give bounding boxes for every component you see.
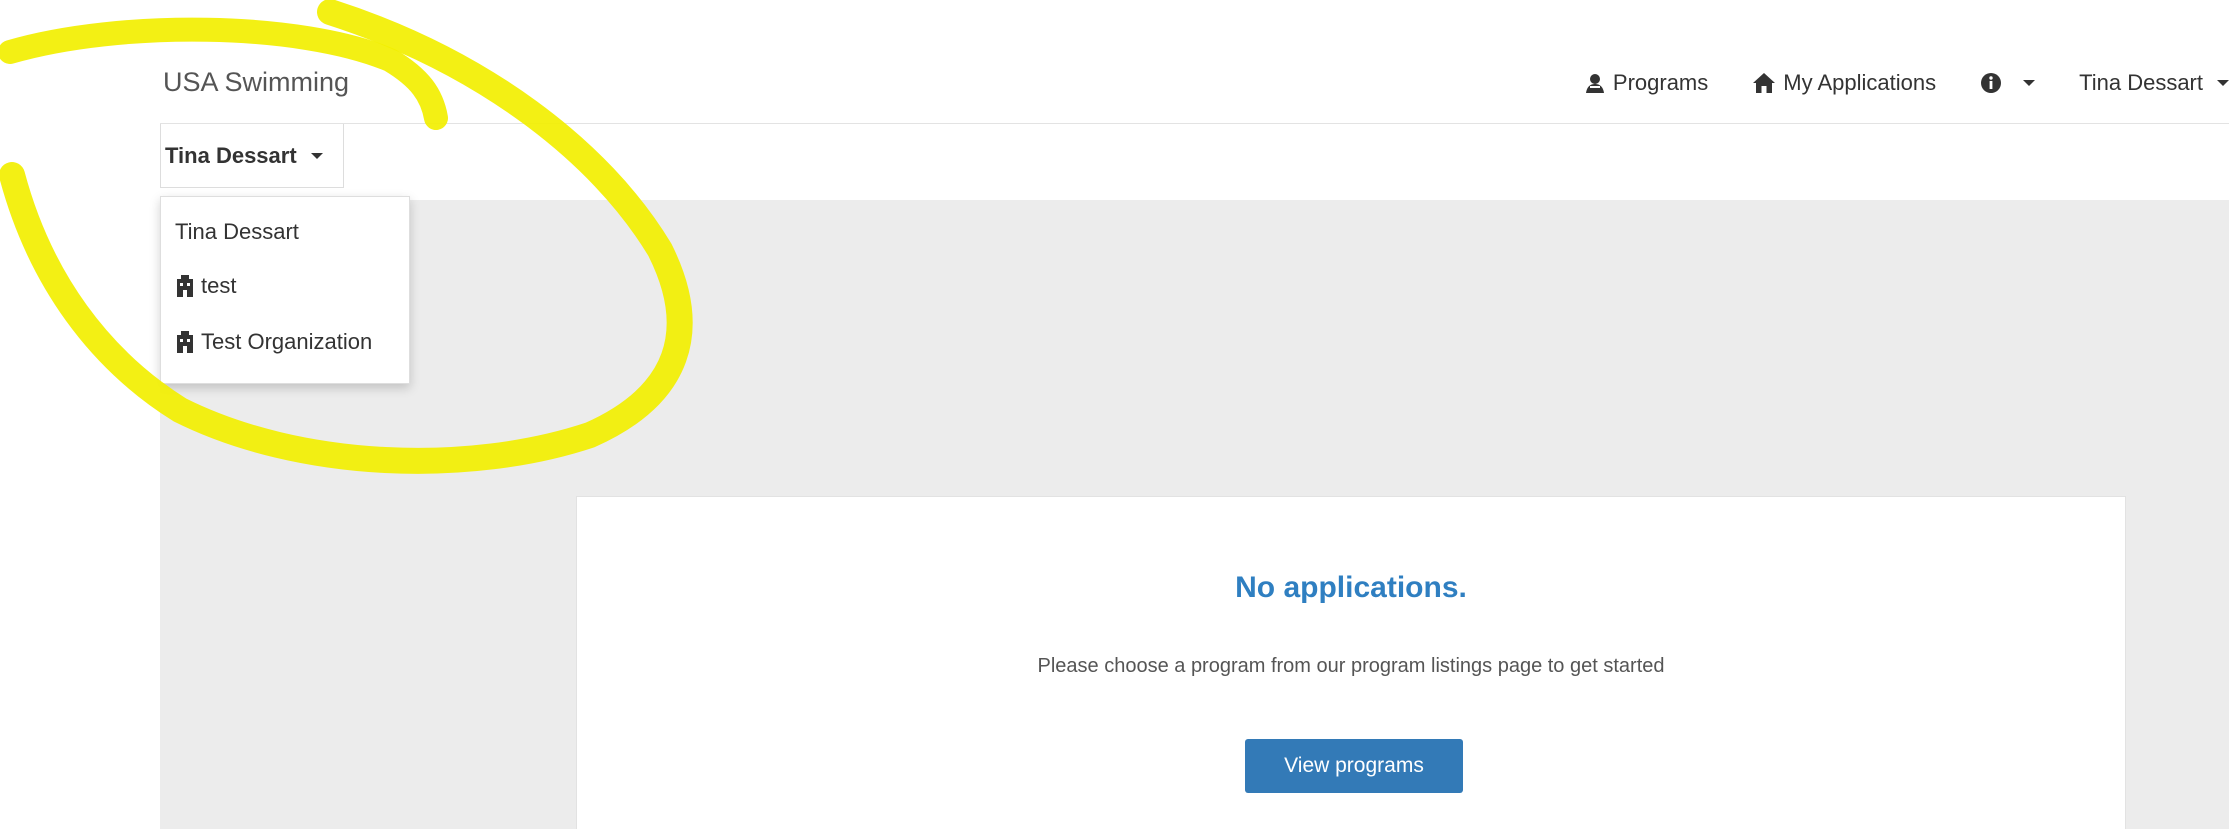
nav-user-label: Tina Dessart — [2079, 70, 2203, 95]
navbar-right: Programs My Applications Tina Dessart — [1584, 66, 2229, 100]
navbar-divider — [160, 123, 2229, 124]
dropdown-item-label: Tina Dessart — [175, 219, 299, 244]
dropdown-item-user[interactable]: Tina Dessart — [175, 219, 299, 245]
chevron-down-icon — [2217, 80, 2229, 86]
dropdown-item-label: Test Organization — [201, 329, 373, 354]
programs-icon — [1584, 72, 1606, 94]
main-content: No applications. Please choose a program… — [160, 200, 2229, 829]
page: USA Swimming Programs My Applications Ti… — [0, 0, 2229, 829]
nav-programs-label: Programs — [1612, 70, 1709, 95]
organization-icon — [175, 275, 195, 297]
dropdown-item-label: test — [201, 273, 237, 298]
chevron-down-icon — [310, 152, 323, 159]
dropdown-item-test-organization[interactable]: Test Organization — [175, 329, 372, 355]
top-navbar: USA Swimming Programs My Applications Ti… — [0, 0, 2229, 124]
view-programs-button[interactable]: View programs — [1245, 739, 1463, 793]
context-switcher-button[interactable]: Tina Dessart — [160, 124, 344, 188]
empty-state-panel: No applications. Please choose a program… — [576, 496, 2126, 829]
brand-link[interactable]: USA Swimming — [163, 66, 349, 98]
empty-state-title: No applications. — [1235, 571, 1467, 604]
chevron-down-icon — [2023, 80, 2036, 86]
empty-state-message: Please choose a program from our program… — [1037, 655, 1665, 677]
organization-icon — [175, 331, 195, 353]
nav-info-menu[interactable] — [1980, 72, 2036, 94]
dropdown-item-test[interactable]: test — [175, 273, 236, 299]
nav-my-applications[interactable]: My Applications — [1752, 70, 1936, 96]
nav-user-menu[interactable]: Tina Dessart — [2079, 70, 2229, 96]
nav-programs[interactable]: Programs — [1584, 70, 1708, 96]
context-switcher-label: Tina Dessart — [165, 142, 297, 168]
home-icon — [1752, 72, 1776, 94]
info-icon — [1980, 72, 2002, 94]
context-switcher-dropdown: Tina Dessart test Test Organization — [160, 196, 410, 384]
nav-my-applications-label: My Applications — [1783, 70, 1937, 95]
